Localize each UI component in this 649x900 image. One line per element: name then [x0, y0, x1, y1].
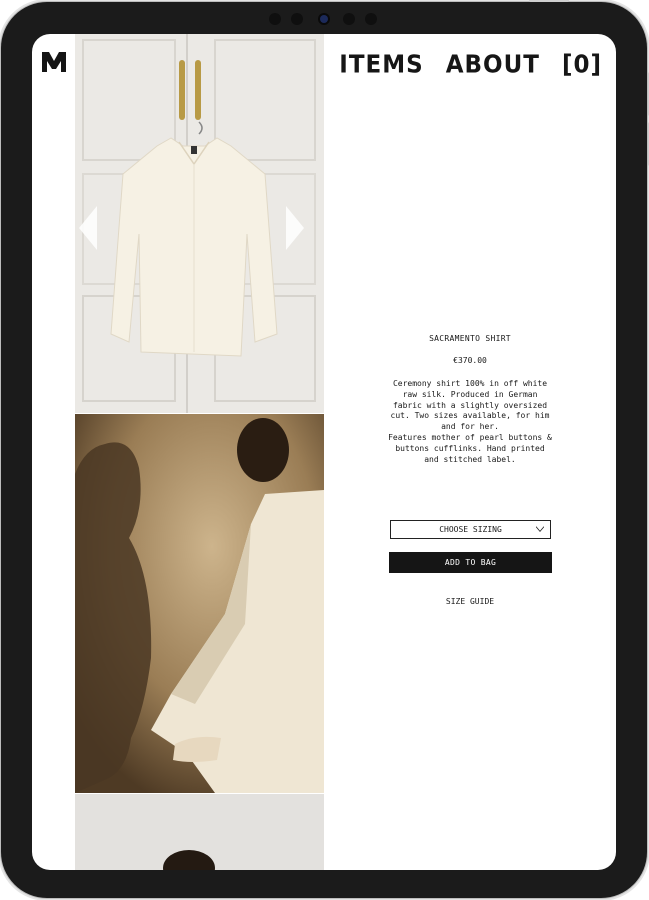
sensor-dot — [365, 13, 377, 25]
product-photo-third[interactable] — [75, 794, 324, 870]
description-line: cut. Two sizes available, for him — [390, 411, 550, 421]
product-title: SACRAMENTO SHIRT — [429, 334, 511, 343]
camera-bar — [265, 10, 383, 28]
nav-cart-link[interactable]: [0] — [562, 51, 602, 79]
sensor-dot — [343, 13, 355, 25]
nav-about-link[interactable]: ABOUT — [446, 51, 540, 79]
third-photo-illustration — [75, 794, 324, 870]
description-line: Features mother of pearl buttons & — [388, 432, 552, 442]
model-photo-illustration — [75, 414, 324, 793]
sensor-dot — [269, 13, 281, 25]
screen: ITEMS ABOUT [0] SACRAMENTO SHIRT €370.00… — [32, 34, 616, 870]
nav-items-link[interactable]: ITEMS — [339, 51, 423, 79]
description-line: fabric with a slightly oversized — [392, 400, 548, 410]
description-line: Ceremony shirt 100% in off white — [392, 379, 548, 388]
add-to-bag-button[interactable]: ADD TO BAG — [389, 552, 552, 573]
product-photo-model[interactable] — [75, 414, 324, 793]
tablet-frame: ITEMS ABOUT [0] SACRAMENTO SHIRT €370.00… — [1, 0, 649, 898]
m-logo-icon[interactable] — [42, 52, 66, 72]
description-line: raw silk. Produced in German — [402, 389, 538, 399]
size-guide-link[interactable]: SIZE GUIDE — [324, 597, 616, 606]
camera-lens — [320, 15, 328, 23]
size-select-label: CHOOSE SIZING — [439, 525, 502, 534]
size-select[interactable]: CHOOSE SIZING — [390, 520, 551, 539]
chevron-down-icon — [536, 526, 544, 533]
product-panel: SACRAMENTO SHIRT €370.00 Ceremony shirt … — [324, 334, 616, 606]
product-description: Ceremony shirt 100% in off white raw sil… — [385, 379, 555, 465]
chevron-right-icon[interactable] — [286, 206, 304, 250]
product-gallery — [75, 34, 324, 870]
sensor-dot — [291, 13, 303, 25]
description-line: and for her. — [441, 422, 499, 432]
description-line: and stitched label. — [424, 454, 516, 464]
chevron-left-icon[interactable] — [79, 206, 97, 250]
main-nav: ITEMS ABOUT [0] — [339, 51, 602, 79]
description-line: buttons cufflinks. Hand printed — [395, 443, 545, 453]
power-button — [529, 0, 569, 2]
product-photo-hanging-shirt[interactable] — [75, 34, 324, 413]
product-price: €370.00 — [453, 356, 487, 365]
